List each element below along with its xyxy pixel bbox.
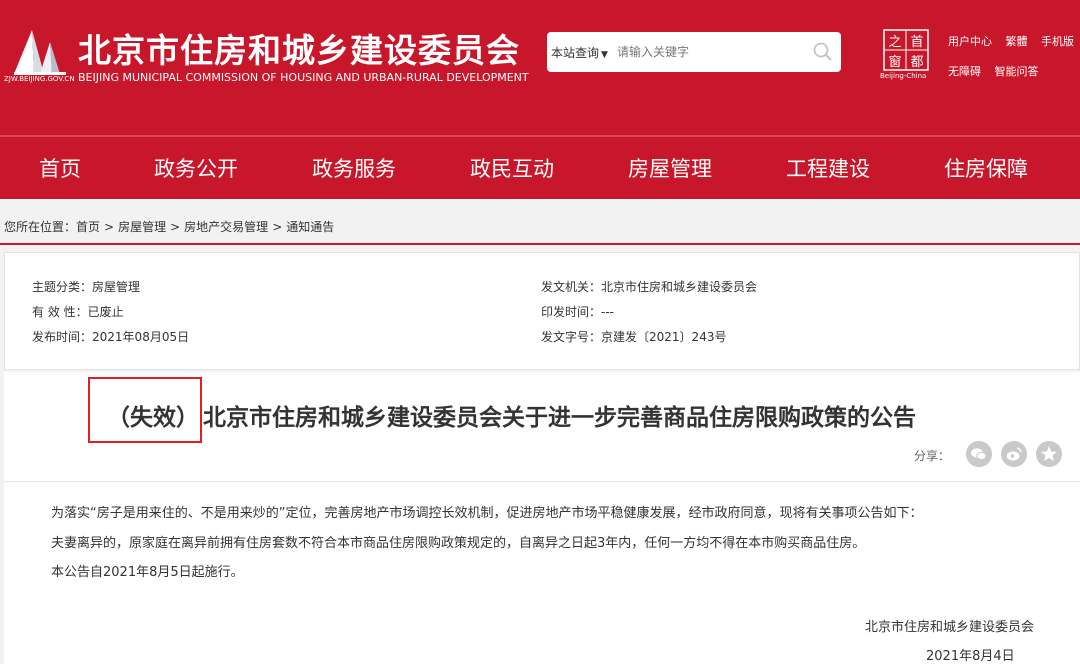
capital-logo-char: 窗	[888, 54, 901, 70]
breadcrumb-item-trade[interactable]: 房地产交易管理	[184, 220, 268, 234]
info-issuer-value: 北京市住房和城乡建设委员会	[601, 280, 758, 294]
capital-logo-char: 之	[888, 35, 901, 50]
nav-item-construction[interactable]: 工程建设	[786, 153, 870, 183]
article-paragraph-3: 本公告自2021年8月5日起施行。	[51, 565, 244, 580]
accessibility-link[interactable]: 无障碍	[948, 65, 981, 78]
capital-logo-char: 首	[910, 35, 923, 50]
breadcrumb-separator: >	[104, 220, 115, 234]
qzone-share-icon[interactable]	[1036, 441, 1062, 467]
article-paragraph-2: 夫妻离异的，原家庭在离异前拥有住房套数不符合本市商品住房限购政策规定的，自离异之…	[51, 536, 866, 551]
smart-qa-link[interactable]: 智能问答	[995, 65, 1039, 78]
info-publish-value: 2021年08月05日	[92, 330, 190, 344]
breadcrumb-divider	[0, 243, 1080, 245]
breadcrumb-item-housing[interactable]: 房屋管理	[118, 220, 166, 234]
site-url: ZJW.BEIJING.GOV.CN	[4, 75, 75, 83]
nav-item-home[interactable]: 首页	[39, 153, 81, 183]
search-icon[interactable]	[812, 41, 834, 63]
search-scope-select[interactable]: 本站查询 ▼	[551, 44, 608, 61]
building-logo-icon[interactable]	[10, 24, 72, 76]
info-doc-number: 发文字号：京建发〔2021〕243号	[541, 328, 726, 345]
info-topic: 主题分类：房屋管理	[32, 278, 140, 295]
info-print-value: ---	[601, 305, 615, 319]
search-input[interactable]	[617, 40, 797, 64]
breadcrumb-separator: >	[170, 220, 181, 234]
chevron-down-icon: ▼	[601, 50, 608, 60]
info-publish-date: 发布时间：2021年08月05日	[32, 328, 189, 345]
signature-date: 2021年8月4日	[926, 649, 1015, 664]
breadcrumb: 您所在位置：首页 > 房屋管理 > 房地产交易管理 > 通知通告	[4, 218, 334, 235]
top-links-row-1: 用户中心 繁體 手机版	[948, 33, 1080, 49]
nav-item-interaction[interactable]: 政民互动	[470, 153, 554, 183]
signature-organization: 北京市住房和城乡建设委员会	[865, 620, 1035, 635]
nav-item-gov-services[interactable]: 政务服务	[312, 153, 396, 183]
main-nav: 首页 政务公开 政务服务 政民互动 房屋管理 工程建设 住房保障	[0, 137, 1080, 199]
breadcrumb-prefix: 您所在位置：	[4, 220, 77, 234]
info-issuer: 发文机关：北京市住房和城乡建设委员会	[541, 278, 757, 295]
info-validity-label: 有 效 性：	[32, 305, 88, 319]
info-doc-number-value: 京建发〔2021〕243号	[601, 330, 727, 344]
info-topic-label: 主题分类：	[32, 280, 93, 294]
article-title: 北京市住房和城乡建设委员会关于进一步完善商品住房限购政策的公告	[203, 405, 916, 431]
info-topic-value: 房屋管理	[92, 280, 141, 294]
capital-logo-char: 都	[910, 55, 923, 70]
site-subtitle: BEIJING MUNICIPAL COMMISSION OF HOUSING …	[78, 71, 529, 84]
weibo-share-icon[interactable]	[1001, 441, 1027, 467]
info-validity: 有 效 性：已废止	[32, 303, 124, 320]
mobile-version-link[interactable]: 手机版	[1041, 35, 1074, 48]
breadcrumb-item-home[interactable]: 首页	[76, 220, 100, 234]
breadcrumb-separator: >	[272, 220, 283, 234]
nav-item-housing-security[interactable]: 住房保障	[944, 153, 1028, 183]
info-issuer-label: 发文机关：	[541, 280, 602, 294]
info-validity-value: 已废止	[87, 305, 124, 319]
search-box: 本站查询 ▼	[547, 32, 841, 72]
user-center-link[interactable]: 用户中心	[948, 35, 992, 48]
site-title: 北京市住房和城乡建设委员会	[78, 31, 520, 70]
breadcrumb-item-notices[interactable]: 通知通告	[286, 220, 334, 234]
info-doc-number-label: 发文字号：	[541, 330, 602, 344]
top-links-row-2: 无障碍 智能问答	[948, 63, 1049, 79]
nav-item-housing-management[interactable]: 房屋管理	[628, 153, 712, 183]
article-paragraph-1: 为落实“房子是用来住的、不是用来炒的”定位，完善房地产市场调控长效机制，促进房地…	[51, 506, 923, 521]
info-print-date: 印发时间：---	[541, 303, 614, 320]
capital-logo-caption: Beijing-China	[880, 72, 927, 80]
search-scope-label: 本站查询	[551, 46, 600, 60]
info-publish-label: 发布时间：	[32, 330, 93, 344]
traditional-chinese-link[interactable]: 繁體	[1006, 35, 1028, 48]
wechat-share-icon[interactable]	[966, 441, 992, 467]
info-print-label: 印发时间：	[541, 305, 602, 319]
highlight-annotation-box	[88, 377, 202, 443]
share-label: 分享：	[914, 449, 951, 463]
article-divider	[4, 481, 1080, 482]
nav-item-gov-affairs-open[interactable]: 政务公开	[154, 153, 238, 183]
